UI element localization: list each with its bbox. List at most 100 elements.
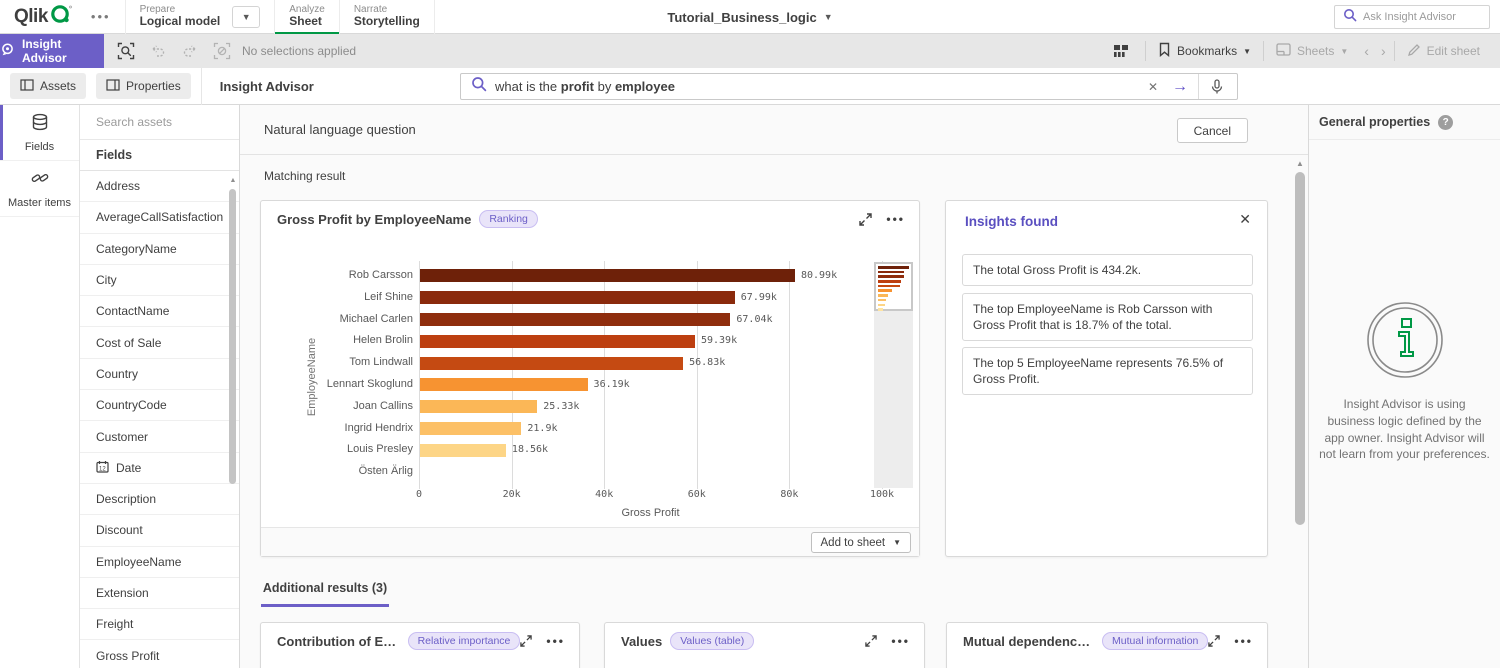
bar[interactable] [420,357,683,370]
expand-icon[interactable] [859,213,872,226]
app-title[interactable]: Tutorial_Business_logic ▼ [667,0,832,34]
field-item[interactable]: 12Date [80,453,239,484]
field-item[interactable]: Discount [80,515,239,546]
tab-prepare[interactable]: Prepare Logical model ▼ [125,0,275,34]
card-title: Values [621,634,662,649]
clear-query-icon[interactable]: ✕ [1144,80,1162,94]
ellipsis-menu-icon[interactable]: ••• [546,634,565,648]
selection-tools [112,37,236,65]
bar-value-label: 18.56k [512,439,548,461]
field-item[interactable]: CategoryName [80,234,239,265]
app-title-text: Tutorial_Business_logic [667,10,816,25]
additional-card-values: Values Values (table) ••• [604,622,925,668]
scrollbar-thumb[interactable] [1295,172,1305,525]
field-item[interactable]: Description [80,484,239,515]
field-item[interactable]: Customer [80,421,239,452]
main-scrollbar[interactable]: ▲ [1294,155,1306,668]
help-icon[interactable]: ? [1438,115,1453,130]
insight-item[interactable]: The top EmployeeName is Rob Carsson with… [962,293,1253,341]
category-label: Leif Shine [281,287,413,309]
field-item[interactable]: CountryCode [80,390,239,421]
bar[interactable] [420,422,521,435]
edit-sheet-button[interactable]: Edit sheet [1397,40,1490,62]
expand-icon[interactable] [520,635,532,647]
nlq-header: Natural language question [240,105,1308,155]
tab-additional-results[interactable]: Additional results (3) [261,577,389,607]
bookmarks-button[interactable]: Bookmarks ▼ [1148,40,1261,62]
field-item[interactable]: ContactName [80,296,239,327]
clear-selections-icon[interactable] [208,37,236,65]
assets-scrollbar[interactable]: ▲ [229,173,237,667]
search-icon [471,76,487,97]
redo-icon[interactable] [176,37,204,65]
field-item[interactable]: Freight [80,609,239,640]
x-tick-label: 40k [595,489,613,500]
smart-search-icon[interactable] [112,37,140,65]
field-item[interactable]: Gross Profit [80,640,239,668]
category-label: Louis Presley [281,439,413,461]
field-item[interactable]: Address [80,171,239,202]
minimap-window[interactable] [874,262,913,311]
tab-analyze-label: Sheet [289,15,325,29]
bar[interactable] [420,291,735,304]
general-properties-title: General properties [1319,115,1430,129]
field-item[interactable]: Cost of Sale [80,327,239,358]
edit-sheet-label: Edit sheet [1427,44,1480,58]
field-item[interactable]: EmployeeName [80,547,239,578]
chart-minimap[interactable] [874,262,913,488]
submit-arrow-icon[interactable]: → [1170,78,1190,96]
close-icon[interactable]: ✕ [1239,211,1251,228]
previous-sheet-button[interactable]: ‹ [1358,40,1375,62]
assets-button[interactable]: Assets [10,73,86,99]
tab-narrate[interactable]: Narrate Storytelling [339,0,435,34]
undo-icon[interactable] [144,37,172,65]
field-item[interactable]: Country [80,359,239,390]
rail-item-master-items[interactable]: Master items [0,161,79,217]
ellipsis-menu-icon[interactable]: ••• [891,634,910,648]
rail-item-fields[interactable]: Fields [0,105,79,161]
app-overview-icon[interactable] [1107,37,1135,65]
tab-analyze[interactable]: Analyze Sheet [274,0,339,34]
scroll-up-icon[interactable]: ▲ [229,177,237,184]
field-item[interactable]: Extension [80,578,239,609]
insight-item[interactable]: The total Gross Profit is 434.2k. [962,254,1253,286]
add-to-sheet-button[interactable]: Add to sheet ▼ [811,532,912,553]
bar[interactable] [420,269,795,282]
cancel-button[interactable]: Cancel [1177,118,1248,143]
expand-icon[interactable] [1208,635,1220,647]
expand-icon[interactable] [865,635,877,647]
microphone-icon[interactable] [1207,79,1227,95]
fields-section-header: Fields [80,140,239,171]
sheets-icon [1276,43,1291,59]
bar[interactable] [420,444,506,457]
scrollbar-thumb[interactable] [229,189,236,484]
next-sheet-button[interactable]: › [1375,40,1392,62]
insight-advisor-icon [0,42,15,60]
properties-button[interactable]: Properties [96,73,191,99]
field-item[interactable]: City [80,265,239,296]
ellipsis-menu-icon[interactable]: ••• [1234,634,1253,648]
chevron-down-icon: ▼ [1340,47,1348,56]
insight-item[interactable]: The top 5 EmployeeName represents 76.5% … [962,347,1253,395]
scroll-up-icon[interactable]: ▲ [1294,159,1306,168]
x-tick-label: 0 [416,489,422,500]
qlik-logo[interactable]: Qlik [0,2,83,31]
insight-advisor-button[interactable]: Insight Advisor [0,34,104,68]
search-assets-placeholder: Search assets [96,115,172,129]
chart-card-footer: Add to sheet ▼ [261,527,919,556]
bar[interactable] [420,313,730,326]
more-menu-icon[interactable]: ••• [83,9,119,24]
field-item[interactable]: AverageCallSatisfaction [80,202,239,233]
search-assets-input[interactable]: Search assets [80,105,239,140]
bar[interactable] [420,335,695,348]
query-input[interactable]: what is the profit by employee ✕ → [460,73,1238,100]
ask-insight-advisor-search[interactable]: Ask Insight Advisor [1334,5,1490,29]
tab-prepare-label: Logical model [140,15,221,29]
prepare-dropdown-button[interactable]: ▼ [232,6,260,28]
sheets-label: Sheets [1297,44,1334,58]
category-label: Ingrid Hendrix [281,418,413,440]
bar[interactable] [420,400,537,413]
ellipsis-menu-icon[interactable]: ••• [886,212,905,226]
sheets-button[interactable]: Sheets ▼ [1266,40,1358,62]
bar[interactable] [420,378,588,391]
